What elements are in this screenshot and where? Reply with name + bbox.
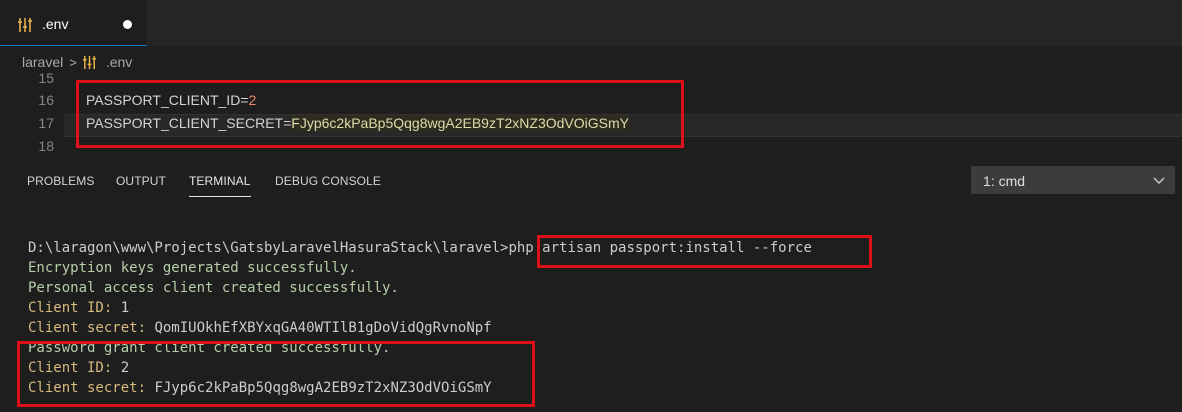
line-number: 17 xyxy=(38,115,54,131)
settings-file-icon xyxy=(82,55,96,69)
breadcrumb: laravel > .env xyxy=(22,52,132,72)
highlight-box-env xyxy=(76,80,684,148)
client-id-value: 1 xyxy=(120,300,130,316)
tab-problems[interactable]: PROBLEMS xyxy=(27,174,95,188)
terminal-prompt: D:\laragon\www\Projects\GatsbyLaravelHas… xyxy=(28,240,509,256)
client-id-label: Client ID: xyxy=(28,300,113,316)
settings-file-icon xyxy=(18,18,32,32)
terminal-output-line: Encryption keys generated successfully. xyxy=(28,260,357,276)
highlight-box-command xyxy=(537,235,872,268)
line-number: 18 xyxy=(38,138,54,154)
tab-env[interactable]: .env xyxy=(0,0,147,46)
active-tab-indicator xyxy=(189,196,251,197)
terminal-output-line: Client ID: 1 xyxy=(28,300,129,316)
client-secret-label: Client secret: xyxy=(28,320,147,336)
line-number: 15 xyxy=(38,70,54,86)
client-secret-value: QomIUOkhEfXBYxqGA40WTIlB1gDoVidQgRvnoNpf xyxy=(154,320,492,336)
breadcrumb-folder[interactable]: laravel xyxy=(22,54,63,70)
terminal-select[interactable]: 1: cmd xyxy=(971,166,1175,194)
line-number: 16 xyxy=(38,92,54,108)
tab-debug-console[interactable]: DEBUG CONSOLE xyxy=(275,174,381,188)
unsaved-dot-icon[interactable] xyxy=(123,20,132,29)
breadcrumb-file[interactable]: .env xyxy=(106,54,132,70)
terminal-output-line: Client secret: QomIUOkhEfXBYxqGA40WTIlB1… xyxy=(28,320,492,336)
tab-label: .env xyxy=(42,16,69,32)
editor-tab-bar: .env xyxy=(0,0,1182,46)
tab-terminal[interactable]: TERMINAL xyxy=(189,174,250,188)
terminal-output-line: Personal access client created successfu… xyxy=(28,280,399,296)
highlight-box-password-client xyxy=(17,341,535,407)
breadcrumb-separator: > xyxy=(69,54,77,70)
terminal-select-value: 1: cmd xyxy=(983,173,1026,189)
chevron-down-icon xyxy=(1153,177,1165,184)
tab-output[interactable]: OUTPUT xyxy=(116,174,166,188)
